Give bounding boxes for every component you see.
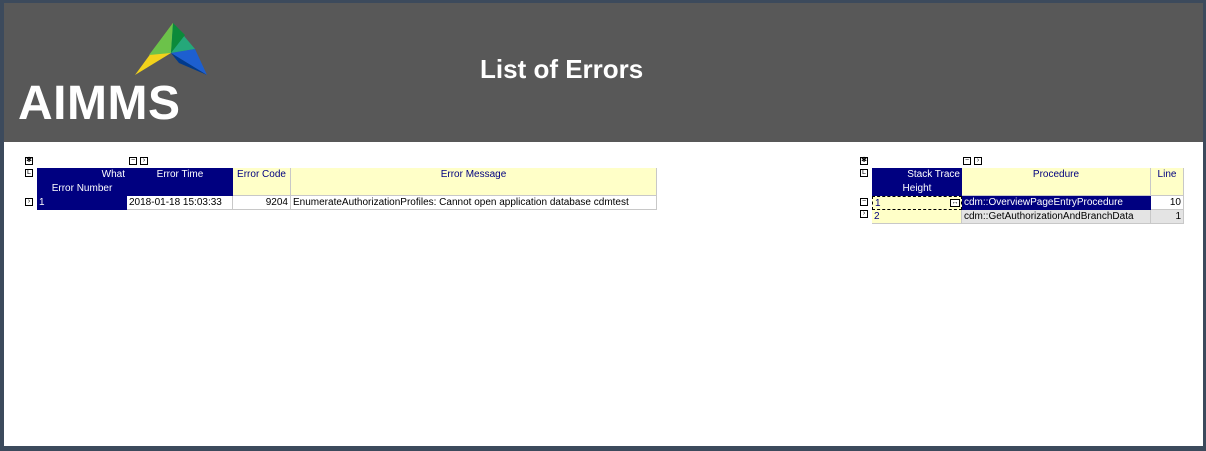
row-expand-icon[interactable]: › bbox=[25, 198, 33, 206]
row-expand-icon-2[interactable]: › bbox=[860, 210, 868, 218]
error-time-cell[interactable]: 2018-01-18 15:03:33 bbox=[127, 196, 233, 210]
aimms-logo-text: AIMMS bbox=[18, 77, 181, 130]
page-header: AIMMS List of Errors bbox=[4, 3, 1203, 142]
error-message-cell[interactable]: EnumerateAuthorizationProfiles: Cannot o… bbox=[291, 196, 657, 210]
stack-collapse-columns-icon[interactable]: − bbox=[963, 157, 971, 165]
column-header-error-message[interactable]: Error Message bbox=[291, 168, 657, 196]
stack-table-menu-icon[interactable]: ✱ bbox=[860, 157, 868, 165]
errors-row-header-label: Error Number bbox=[37, 182, 127, 196]
stack-label-toggle-icon[interactable]: L bbox=[860, 169, 868, 177]
column-header-error-time[interactable]: Error Time bbox=[127, 168, 233, 196]
line-cell-2[interactable]: 1 bbox=[1151, 210, 1184, 224]
stack-expand-columns-icon[interactable]: › bbox=[974, 157, 982, 165]
procedure-cell-2[interactable]: cdm::GetAuthorizationAndBranchData bbox=[962, 210, 1151, 224]
window-frame: AIMMS List of Errors ✱ L − › › What Erro… bbox=[0, 0, 1206, 451]
column-header-procedure[interactable]: Procedure bbox=[962, 168, 1151, 196]
height-cell-1[interactable]: 1 bbox=[872, 196, 962, 210]
label-toggle-icon[interactable]: L bbox=[25, 169, 33, 177]
page-title: List of Errors bbox=[480, 54, 644, 84]
error-number-cell[interactable]: 1 bbox=[37, 196, 127, 210]
row-collapse-icon[interactable]: − bbox=[860, 198, 868, 206]
line-cell-1[interactable]: 10 bbox=[1151, 196, 1184, 210]
column-header-line[interactable]: Line bbox=[1151, 168, 1184, 196]
error-code-cell[interactable]: 9204 bbox=[233, 196, 291, 210]
column-header-error-code[interactable]: Error Code bbox=[233, 168, 291, 196]
errors-corner-label: What bbox=[37, 168, 127, 182]
stack-row-header-label: Height bbox=[872, 182, 962, 196]
aimms-logo-icon bbox=[135, 23, 207, 75]
stack-corner-label: Stack Trace bbox=[872, 168, 962, 182]
cell-dropdown-icon[interactable]: ↔ bbox=[950, 199, 960, 207]
collapse-columns-icon[interactable]: − bbox=[129, 157, 137, 165]
height-cell-2[interactable]: 2 bbox=[872, 210, 962, 224]
table-menu-icon[interactable]: ✱ bbox=[25, 157, 33, 165]
procedure-cell-1[interactable]: cdm::OverviewPageEntryProcedure bbox=[962, 196, 1151, 210]
expand-columns-icon[interactable]: › bbox=[140, 157, 148, 165]
